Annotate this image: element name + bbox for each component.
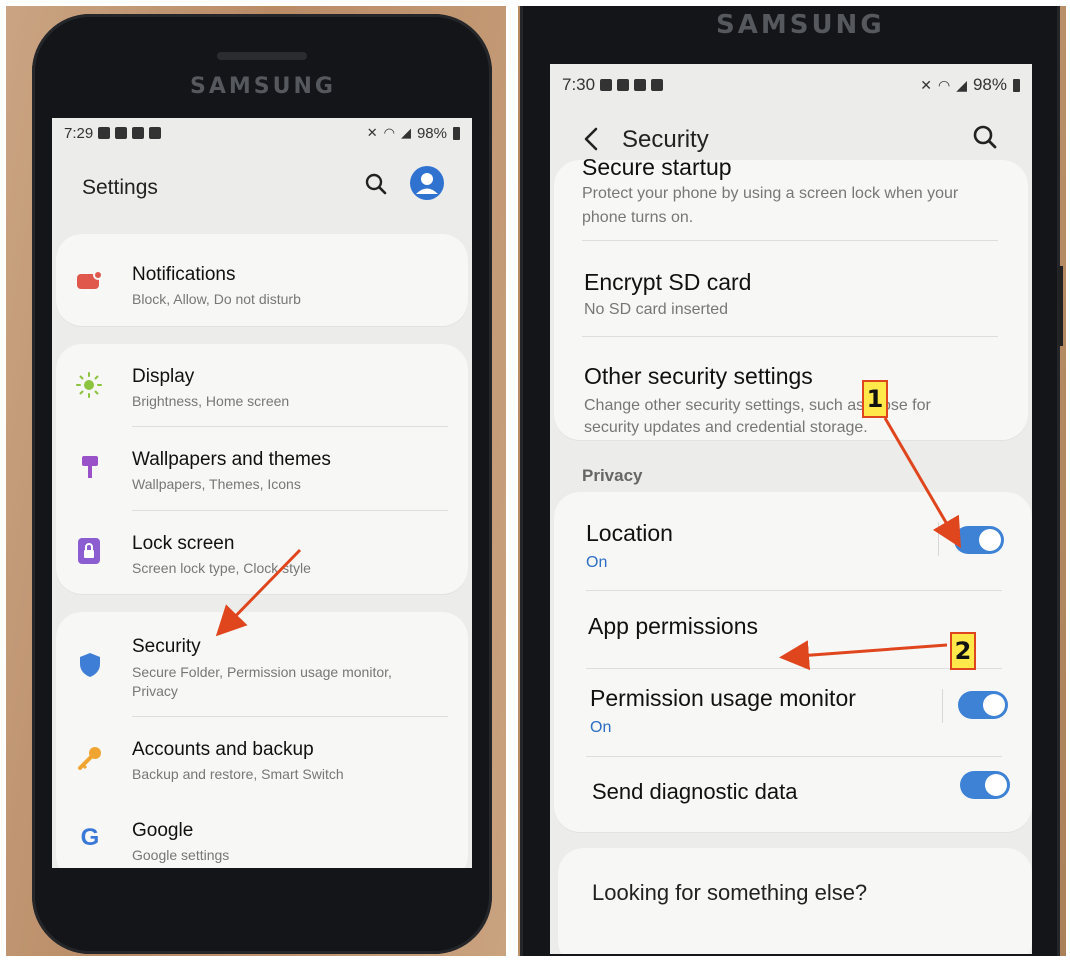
annotation-arrows [215,417,962,671]
annotation-label-2: 2 [950,632,976,670]
arrow-to-security [215,548,302,637]
arrow-to-location-toggle [883,417,962,549]
arrow-to-app-permissions [779,640,948,671]
annotation-label-1: 1 [862,380,888,418]
